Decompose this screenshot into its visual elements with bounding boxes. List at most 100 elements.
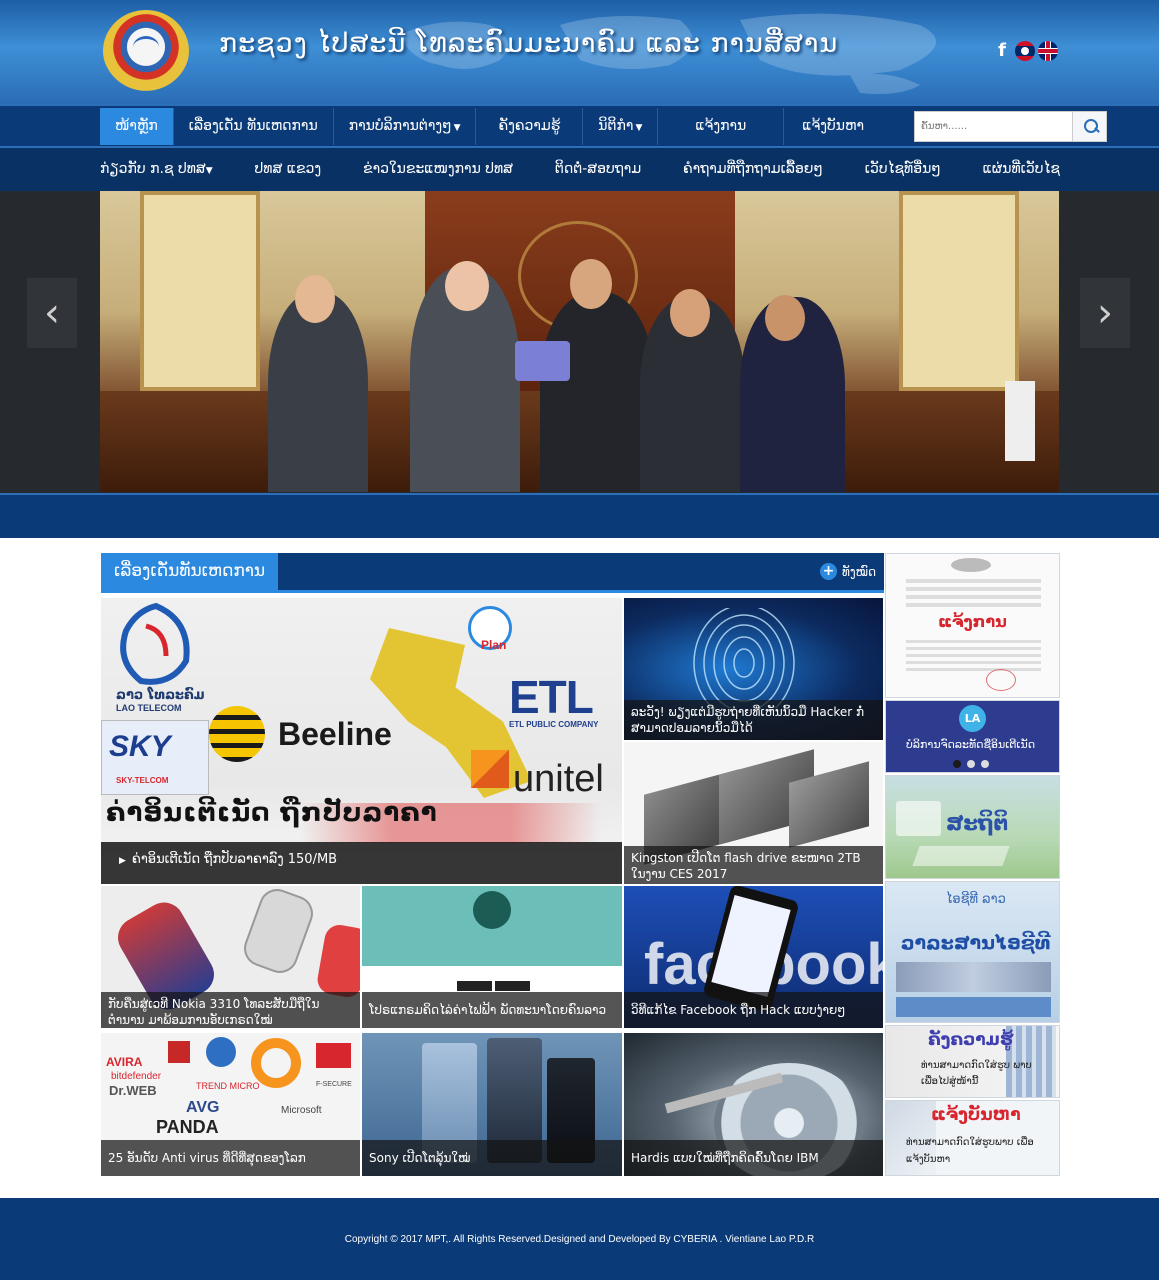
beeline-text: Beeline <box>278 716 392 752</box>
nav-about[interactable]: ກ່ຽວກັບ ກ.ຊ ປທສ▼ <box>100 148 213 191</box>
lao-telecom-lao-text: ລາວ ໂທລະຄົມ <box>116 688 205 703</box>
sidebar-knowledge-label: ຄັງຄວາມຮູ້ <box>928 1030 1014 1050</box>
news-tile[interactable]: AVIRA bitdefender Dr.WEB TREND MICRO F-S… <box>101 1033 360 1176</box>
site-title: ກະຊວງ ໄປສະນີ ໂທລະຄົມມະນາຄົມ ແລະ ການສື່ສາ… <box>219 28 839 59</box>
carousel-dot[interactable] <box>981 760 989 768</box>
nav-legislation[interactable]: ນິຕິກຳ ▼ <box>583 108 659 145</box>
nav-services-label: ການບໍລິການຕ່າງໆ <box>348 118 452 134</box>
sidebar-notice-label: ແຈ້ງການ <box>938 612 1007 631</box>
search-input[interactable] <box>915 112 1070 141</box>
nav-about-label: ກ່ຽວກັບ ກ.ຊ ປທສ <box>100 161 206 177</box>
caret-right-icon: ▶ <box>119 856 126 866</box>
carousel-dot[interactable] <box>953 760 961 768</box>
chevron-down-icon: ▼ <box>205 166 213 176</box>
uk-flag-icon[interactable] <box>1038 41 1058 61</box>
news-section-header: ເລື່ອງເດັ່ນທັນເຫດການ + ທັງໝົດ <box>101 553 884 593</box>
news-tile[interactable]: Kingston ເປີດໂຕ flash drive ຂະໜາດ 2TB ໃນ… <box>624 742 883 884</box>
nav-sitemap[interactable]: ແຜ່ນທີ່ເວັບໄຊ <box>983 148 1060 191</box>
footer-copyright: Copyright © 2017 MPT,. All Rights Reserv… <box>344 1234 815 1245</box>
sidebar-ict-magazine[interactable]: ໄອຊີທີ ລາວ ວາລະສານໄອຊີທີ <box>885 881 1060 1023</box>
chevron-down-icon: ▼ <box>453 123 461 133</box>
news-tile-caption: ລະວັງ! ພຽງແຕ່ມີຮູບຖ່າຍທີ່ເຫັນນິ້ວມື Hack… <box>624 700 883 740</box>
antivirus-brand: AVIRA <box>106 1055 143 1069</box>
news-tile[interactable]: ກັບຄືນສູ່ເວທີ Nokia 3310 ໂທລະສັບມືຖືໃນຕຳ… <box>101 886 360 1028</box>
slider-footer-bar <box>0 493 1159 538</box>
site-header: ກະຊວງ ໄປສະນີ ໂທລະຄົມມະນາຄົມ ແລະ ການສື່ສາ… <box>0 0 1159 104</box>
nav-legislation-label: ນິຕິກຳ <box>598 118 634 134</box>
news-tile[interactable]: ລະວັງ! ພຽງແຕ່ມີຮູບຖ່າຍທີ່ເຫັນນິ້ວມື Hack… <box>624 598 883 740</box>
nav-faq[interactable]: ຄຳຖາມທີ່ຖືກຖາມເລື້ອຍໆ <box>683 148 823 191</box>
news-tile-caption: ໂປຣແກຣມຄິດໄລ່ຄ່າໄຟຟ້າ ພັດທະນາໂດຍຄົນລາວ <box>362 992 622 1028</box>
sidebar-ict-label: ວາລະສານໄອຊີທີ <box>901 932 1051 954</box>
facebook-icon[interactable]: f <box>992 41 1012 61</box>
view-all-label: ທັງໝົດ <box>841 564 876 579</box>
nav-notice[interactable]: ແຈ້ງການ <box>658 108 785 145</box>
sky-text: SKY <box>109 730 171 763</box>
antivirus-brand: PANDA <box>156 1117 219 1137</box>
news-tile-caption: ວິທີແກ້ໄຂ Facebook ຖືກ Hack ແບບງ່າຍໆ <box>624 992 883 1028</box>
la-badge: LA <box>959 705 986 732</box>
sidebar-statistics[interactable]: ສະຖິຕິ <box>885 775 1060 879</box>
plus-icon: + <box>819 563 837 580</box>
carousel-dot[interactable] <box>967 760 975 768</box>
sidebar-report-issue[interactable]: ແຈ້ງບັນຫາ ທ່ານສາມາດກົດໃສ່ຮູບພາບ ເພື່ອແຈ້… <box>885 1100 1060 1176</box>
antivirus-brand: Microsoft <box>281 1105 322 1116</box>
news-tile-caption: ກັບຄືນສູ່ເວທີ Nokia 3310 ໂທລະສັບມືຖືໃນຕຳ… <box>101 992 360 1028</box>
featured-news-tile[interactable]: ລາວ ໂທລະຄົມ LAO TELECOM SKY SKY-TELCOM B… <box>101 598 622 884</box>
nav-other-sites[interactable]: ເວັບໄຊທ໌ອື່ນໆ <box>865 148 941 191</box>
sidebar-knowledge[interactable]: ຄັງຄວາມຮູ້ ທ່ານສາມາດກົດໃສ່ຮູບ ພາບເພື່ອໄປ… <box>885 1025 1060 1098</box>
slider-image[interactable] <box>100 191 1059 492</box>
news-tile-caption: 25 ອັນດັບ Anti virus ທີ່ດີທີ່ສຸດຂອງໂລກ <box>101 1140 360 1176</box>
news-tile[interactable]: Hardis ແບບໃໝ່ທີ່ຖືກຄິດຄົ້ນໂດຍ IBM <box>624 1033 883 1176</box>
featured-caption-text: ຄ່າອິນເຕີເນັດ ຖືກປັບລາຄາລົງ 150/MB <box>131 852 338 867</box>
sidebar-statistics-label: ສະຖິຕິ <box>946 811 1009 835</box>
nav-report[interactable]: ແຈ້ງບັນຫາ <box>784 108 882 145</box>
sidebar-notice-banner[interactable]: ແຈ້ງການ <box>885 553 1060 698</box>
sidebar-service-label: ບໍລິການຈົດລະທັດຊື່ອິນເຕີເນັດ <box>906 738 1036 751</box>
sky-sub-text: SKY-TELCOM <box>116 776 169 785</box>
antivirus-brand: bitdefender <box>111 1071 162 1082</box>
sub-nav: ກ່ຽວກັບ ກ.ຊ ປທສ▼ ປທສ ແຂວງ ຂ່າວໃນຂະແໜງການ… <box>0 146 1159 191</box>
main-nav: ໜ້າຫຼັກ ເລື່ອງເດັ່ນ ທັນເຫດການ ການບໍລິການ… <box>0 104 1159 146</box>
slider-prev-button[interactable]: ‹ <box>27 278 77 348</box>
antivirus-brand: Dr.WEB <box>109 1083 157 1098</box>
antivirus-brand: AVG <box>186 1099 220 1116</box>
view-all-link[interactable]: + ທັງໝົດ <box>819 563 876 580</box>
news-section-title: ເລື່ອງເດັ່ນທັນເຫດການ <box>101 553 279 590</box>
nav-knowledge[interactable]: ຄັງຄວາມຮູ້ <box>476 108 584 145</box>
antivirus-brand: F-SECURE <box>316 1081 352 1088</box>
etl-text: ETL <box>509 671 594 723</box>
nav-home[interactable]: ໜ້າຫຼັກ <box>100 108 174 145</box>
search-box <box>914 111 1107 142</box>
news-tile[interactable]: facebook ວິທີແກ້ໄຂ Facebook ຖືກ Hack ແບບ… <box>624 886 883 1028</box>
sidebar-knowledge-sub: ທ່ານສາມາດກົດໃສ່ຮູບ ພາບເພື່ອໄປສູ່ໜ້ານີ້ <box>921 1060 1032 1087</box>
lao-telecom-text: LAO TELECOM <box>116 703 182 713</box>
nav-highlights[interactable]: ເລື່ອງເດັ່ນ ທັນເຫດການ <box>174 108 334 145</box>
search-icon[interactable] <box>1072 112 1106 141</box>
lao-flag-icon[interactable] <box>1015 41 1035 61</box>
sidebar-domain-service[interactable]: LA ບໍລິການຈົດລະທັດຊື່ອິນເຕີເນັດ <box>885 700 1060 773</box>
unitel-text: unitel <box>513 758 604 800</box>
antivirus-brand: TREND MICRO <box>196 1081 260 1091</box>
ministry-logo[interactable] <box>103 10 189 92</box>
etl-sub-text: ETL PUBLIC COMPANY <box>509 720 599 729</box>
featured-headline: ຄ່າອິນເຕີເນັດ ຖືກປັບລາຄາ <box>106 798 438 828</box>
nav-services[interactable]: ການບໍລິການຕ່າງໆ ▼ <box>334 108 477 145</box>
site-footer: Copyright © 2017 MPT,. All Rights Reserv… <box>0 1198 1159 1280</box>
slider-next-button[interactable]: › <box>1080 278 1130 348</box>
featured-caption: ▶ ຄ່າອິນເຕີເນັດ ຖືກປັບລາຄາລົງ 150/MB <box>101 842 622 884</box>
fingerprint-image <box>693 608 795 708</box>
news-tile-caption: Kingston ເປີດໂຕ flash drive ຂະໜາດ 2TB ໃນ… <box>624 846 883 884</box>
plan-text: Plan <box>481 638 507 652</box>
sidebar-report-label: ແຈ້ງບັນຫາ <box>931 1105 1021 1125</box>
lao-telecom-logo <box>120 602 190 685</box>
nav-sector-news[interactable]: ຂ່າວໃນຂະແໜງການ ປທສ <box>363 148 513 191</box>
sidebar-report-sub: ທ່ານສາມາດກົດໃສ່ຮູບພາບ ເພື່ອແຈ້ງບັນຫາ <box>906 1137 1034 1165</box>
news-tile-caption: Sony ເປີດໂຕລຸ້ນໃໝ່ <box>362 1140 622 1176</box>
news-tile[interactable]: ໂປຣແກຣມຄິດໄລ່ຄ່າໄຟຟ້າ ພັດທະນາໂດຍຄົນລາວ <box>362 886 622 1028</box>
news-tile[interactable]: Sony ເປີດໂຕລຸ້ນໃໝ່ <box>362 1033 622 1176</box>
chevron-down-icon: ▼ <box>635 123 643 133</box>
news-tile-caption: Hardis ແບບໃໝ່ທີ່ຖືກຄິດຄົ້ນໂດຍ IBM <box>624 1140 883 1176</box>
nav-contact[interactable]: ຕິດຕໍ່-ສອບຖາມ <box>555 148 641 191</box>
nav-provincial[interactable]: ປທສ ແຂວງ <box>255 148 322 191</box>
